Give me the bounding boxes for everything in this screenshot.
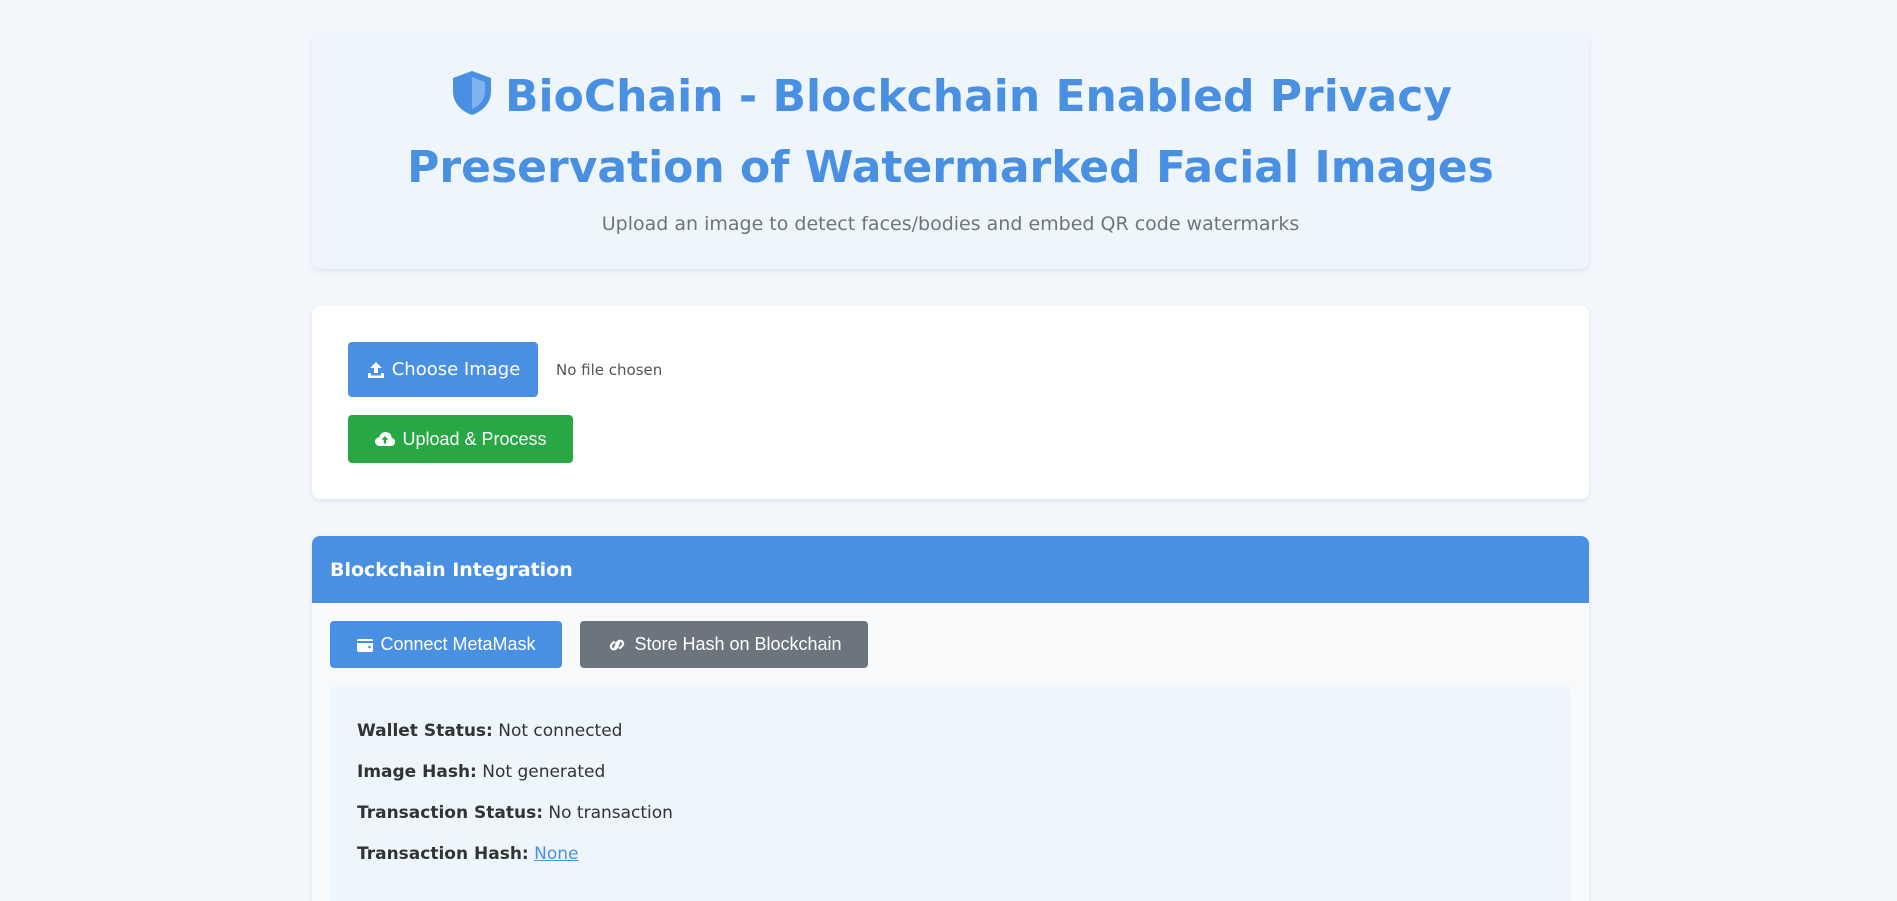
upload-process-label: Upload & Process — [402, 428, 547, 449]
shield-icon — [449, 67, 495, 115]
transaction-status-value: No transaction — [548, 803, 673, 823]
cloud-upload-icon — [375, 432, 396, 446]
upload-process-button[interactable]: Upload & Process — [348, 415, 573, 463]
transaction-hash: Transaction Hash: None — [357, 834, 1544, 875]
transaction-status: Transaction Status: No transaction — [357, 793, 1544, 834]
choose-image-label: Choose Image — [391, 359, 521, 380]
main-container: BioChain - Blockchain Enabled Privacy Pr… — [312, 33, 1589, 901]
file-status-text: No file chosen — [556, 360, 663, 379]
connect-metamask-label: Connect MetaMask — [380, 634, 536, 654]
transaction-hash-link[interactable]: None — [534, 844, 578, 864]
wallet-icon — [357, 638, 374, 652]
upload-card: Choose Image No file chosen Upload & Pro… — [312, 306, 1589, 499]
blockchain-actions: Connect MetaMask Store Hash on Blockchai… — [330, 621, 1571, 668]
image-hash-label: Image Hash: — [357, 762, 477, 782]
blockchain-card: Blockchain Integration Connect MetaMask — [312, 536, 1589, 901]
store-hash-label: Store Hash on Blockchain — [634, 634, 842, 654]
connect-metamask-button[interactable]: Connect MetaMask — [330, 621, 562, 668]
header-card: BioChain - Blockchain Enabled Privacy Pr… — [312, 33, 1589, 269]
file-picker-row: Choose Image No file chosen — [348, 342, 1553, 397]
blockchain-header: Blockchain Integration — [312, 536, 1589, 603]
page-title: BioChain - Blockchain Enabled Privacy Pr… — [336, 61, 1566, 203]
upload-icon — [367, 361, 384, 378]
blockchain-status-panel: Wallet Status: Not connected Image Hash:… — [330, 687, 1571, 901]
page-title-text: BioChain - Blockchain Enabled Privacy Pr… — [407, 71, 1494, 193]
transaction-status-label: Transaction Status: — [357, 803, 543, 823]
image-hash-status: Image Hash: Not generated — [357, 752, 1544, 793]
blockchain-body: Connect MetaMask Store Hash on Blockchai… — [312, 603, 1589, 901]
transaction-hash-label: Transaction Hash: — [357, 844, 529, 864]
wallet-status-label: Wallet Status: — [357, 721, 493, 741]
link-icon — [610, 639, 625, 650]
wallet-status-value: Not connected — [498, 721, 623, 741]
page-subtitle: Upload an image to detect faces/bodies a… — [601, 213, 1300, 235]
wallet-status: Wallet Status: Not connected — [357, 711, 1544, 752]
image-hash-value: Not generated — [482, 762, 606, 782]
choose-image-button[interactable]: Choose Image — [348, 342, 538, 397]
store-hash-button[interactable]: Store Hash on Blockchain — [580, 621, 868, 668]
